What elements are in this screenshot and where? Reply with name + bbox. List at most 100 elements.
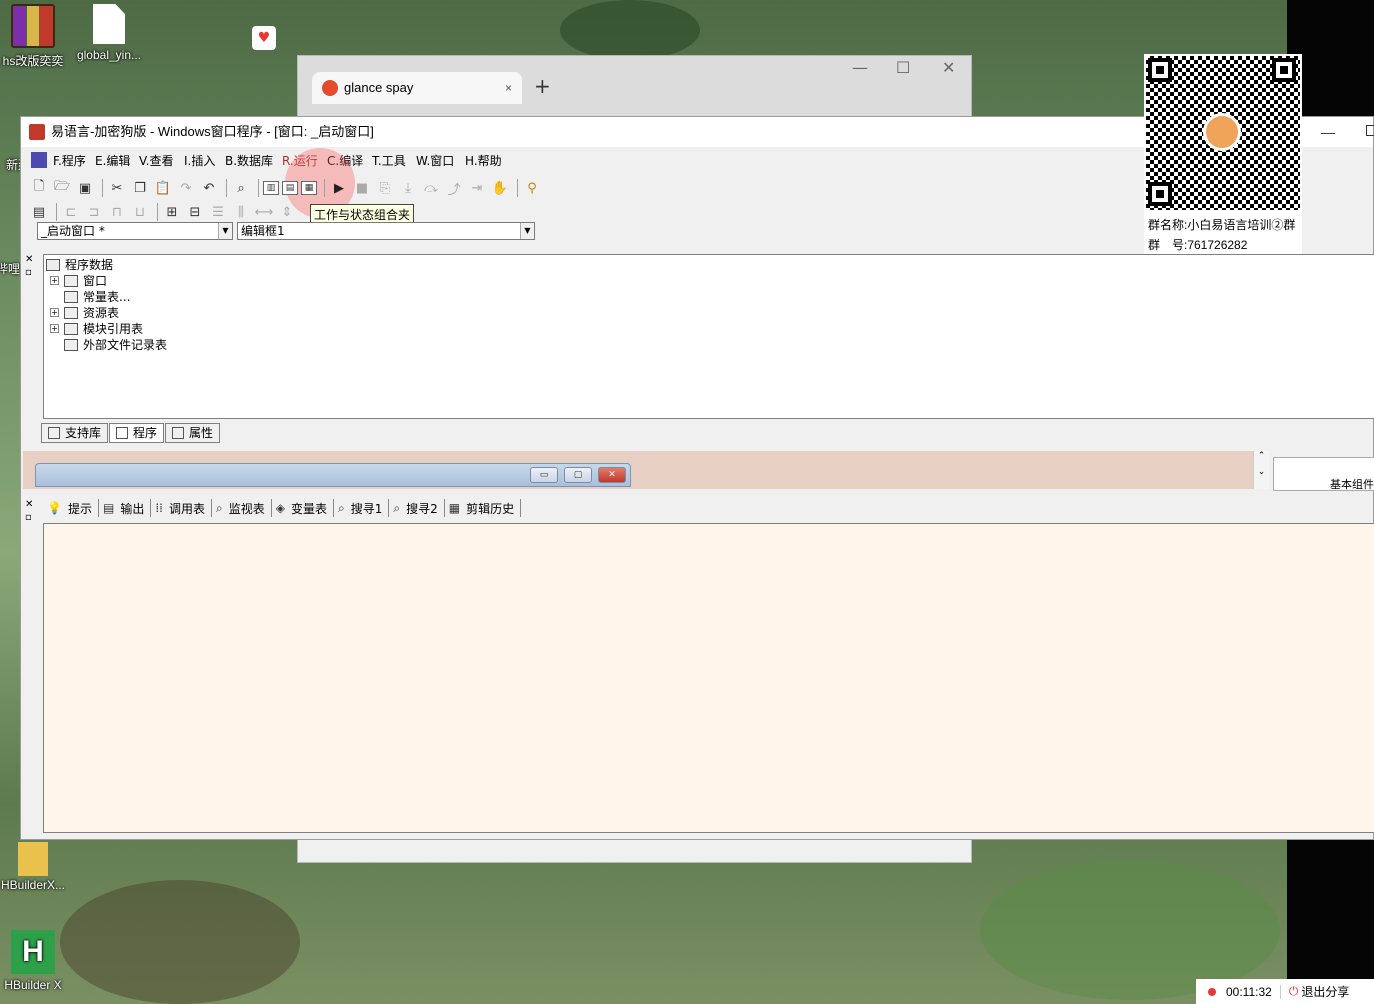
status-layout-icon[interactable]: ▤ bbox=[282, 181, 298, 195]
tab-search2[interactable]: ⌕ 搜寻2 bbox=[389, 499, 445, 517]
workspace-layout-icon[interactable]: ▥ bbox=[263, 181, 279, 195]
maximize-button[interactable] bbox=[1366, 125, 1374, 136]
tab-clipboard-history[interactable]: ▦ 剪辑历史 bbox=[445, 499, 522, 517]
space-vertical-icon[interactable]: ⇕ bbox=[277, 202, 297, 222]
step-icon[interactable]: ⎘ bbox=[375, 178, 395, 198]
tree-item-window[interactable]: + 窗口 bbox=[50, 272, 107, 289]
preview-close-icon[interactable]: ✕ bbox=[598, 467, 626, 483]
same-height-icon[interactable]: ☰ bbox=[208, 202, 228, 222]
menu-tools[interactable]: T.工具 bbox=[372, 147, 406, 175]
tree-item-modules[interactable]: + 模块引用表 bbox=[50, 320, 143, 337]
desktop-icon-global[interactable]: global_yin... bbox=[69, 4, 149, 62]
expand-icon[interactable]: + bbox=[50, 308, 59, 317]
output-pin-icon[interactable]: ▫ bbox=[25, 512, 32, 523]
menu-program[interactable]: F.程序 bbox=[53, 147, 86, 175]
output-close-icon[interactable]: ✕ bbox=[25, 499, 33, 510]
menu-help[interactable]: H.帮助 bbox=[465, 147, 502, 175]
step-out-icon[interactable]: ⤴ bbox=[444, 178, 464, 198]
clipboard-icon: ▦ bbox=[448, 501, 461, 515]
tab-output[interactable]: ▤ 输出 bbox=[99, 499, 152, 517]
paste-icon[interactable]: 📋 bbox=[153, 178, 173, 198]
menu-edit[interactable]: E.编辑 bbox=[95, 147, 130, 175]
scroll-down-icon[interactable]: ⌄ bbox=[1254, 467, 1269, 477]
step-into-icon[interactable]: ⤓ bbox=[398, 178, 418, 198]
help-search-icon[interactable]: ⚲ bbox=[522, 178, 542, 198]
tab-watch[interactable]: ⌕ 监视表 bbox=[212, 499, 272, 517]
output-panel[interactable] bbox=[43, 523, 1374, 833]
tree-item-external-files[interactable]: 外部文件记录表 bbox=[64, 336, 167, 353]
tab-variables[interactable]: ◈ 变量表 bbox=[272, 499, 334, 517]
align-bottom-icon[interactable]: ⊔ bbox=[130, 202, 150, 222]
stop-icon[interactable]: ■ bbox=[352, 178, 372, 198]
align-top-icon[interactable]: ⊓ bbox=[107, 202, 127, 222]
expand-icon[interactable]: + bbox=[50, 276, 59, 285]
exit-share-button[interactable]: 退出分享 bbox=[1301, 983, 1349, 1000]
tab-properties[interactable]: 属性 bbox=[165, 423, 221, 443]
desktop-icon-hs[interactable]: hs改版奕奕 bbox=[0, 4, 73, 69]
browser-minimize-button[interactable]: — bbox=[852, 58, 868, 77]
browser-maximize-button[interactable]: ☐ bbox=[896, 58, 910, 77]
project-tree[interactable]: 程序数据 + 窗口 常量表... + 资源表 + 模块引用表 外部文件记录表 bbox=[43, 254, 1374, 419]
window-selector[interactable]: _启动窗口 * ▼ bbox=[37, 222, 233, 240]
tree-item-resources[interactable]: + 资源表 bbox=[50, 304, 119, 321]
external-file-icon bbox=[64, 338, 78, 351]
tab-hints[interactable]: 💡 提示 bbox=[43, 499, 99, 517]
minimize-button[interactable]: — bbox=[1321, 117, 1335, 147]
pause-hand-icon[interactable]: ✋ bbox=[490, 178, 510, 198]
find-icon[interactable]: ⌕ bbox=[231, 178, 251, 198]
toolbar-separator bbox=[102, 179, 103, 197]
tree-item-constants[interactable]: 常量表... bbox=[64, 288, 130, 305]
same-width-icon[interactable]: ⫼ bbox=[231, 202, 251, 222]
new-tab-button[interactable]: + bbox=[534, 74, 551, 98]
menu-view[interactable]: V.查看 bbox=[139, 147, 173, 175]
form-icon[interactable]: ▤ bbox=[29, 202, 49, 222]
tab-close-icon[interactable]: × bbox=[505, 72, 512, 104]
desktop-icon-bilibili[interactable]: 哔哩 bbox=[0, 260, 20, 277]
control-selector[interactable]: 编辑框1 ▼ bbox=[237, 222, 535, 240]
search-icon: ⌕ bbox=[393, 500, 401, 515]
align-left-icon[interactable]: ⊏ bbox=[61, 202, 81, 222]
panel-pin-icon[interactable]: ▫ bbox=[25, 267, 32, 278]
component-panel[interactable]: 基本组件 bbox=[1273, 457, 1374, 491]
menu-insert[interactable]: I.插入 bbox=[184, 147, 215, 175]
tab-support-library[interactable]: 支持库 bbox=[41, 423, 109, 443]
run-to-cursor-icon[interactable]: ⇥ bbox=[467, 178, 487, 198]
chevron-down-icon[interactable]: ▼ bbox=[218, 223, 232, 239]
menu-database[interactable]: B.数据库 bbox=[225, 147, 273, 175]
tab-program[interactable]: 程序 bbox=[109, 423, 165, 443]
save-icon[interactable]: ▣ bbox=[75, 178, 95, 198]
open-folder-icon[interactable]: 🗁 bbox=[52, 178, 72, 198]
cut-icon[interactable]: ✂ bbox=[107, 178, 127, 198]
browser-close-button[interactable]: ✕ bbox=[942, 58, 955, 77]
tab-call-stack[interactable]: ⁞⁞ 调用表 bbox=[151, 499, 212, 517]
step-over-icon[interactable]: ⤼ bbox=[421, 178, 441, 198]
form-designer-area[interactable]: ▭ ▢ ✕ bbox=[23, 451, 1253, 489]
tshirt-icon[interactable]: ♥ bbox=[252, 26, 276, 50]
library-icon bbox=[48, 427, 60, 439]
center-vertical-icon[interactable]: ⊟ bbox=[185, 202, 205, 222]
run-icon[interactable]: ▶ bbox=[329, 178, 349, 198]
chevron-down-icon[interactable]: ▼ bbox=[520, 223, 534, 239]
menu-window[interactable]: W.窗口 bbox=[416, 147, 454, 175]
output-icon: ▤ bbox=[102, 501, 115, 515]
center-horizontal-icon[interactable]: ⊞ bbox=[162, 202, 182, 222]
combined-layout-icon[interactable]: ▦ bbox=[301, 181, 317, 195]
align-right-icon[interactable]: ⊐ bbox=[84, 202, 104, 222]
copy-icon[interactable]: ❐ bbox=[130, 178, 150, 198]
expand-icon[interactable]: + bbox=[50, 324, 59, 333]
tree-root[interactable]: 程序数据 bbox=[46, 256, 113, 273]
vertical-scrollbar[interactable]: ⌃ ⌄ bbox=[1253, 451, 1269, 489]
space-horizontal-icon[interactable]: ⟷ bbox=[254, 202, 274, 222]
scroll-up-icon[interactable]: ⌃ bbox=[1254, 451, 1269, 461]
new-file-icon[interactable]: 🗋 bbox=[29, 178, 49, 198]
preview-maximize-icon[interactable]: ▢ bbox=[564, 467, 592, 483]
tab-search1[interactable]: ⌕ 搜寻1 bbox=[334, 499, 390, 517]
designed-window-preview[interactable]: ▭ ▢ ✕ bbox=[35, 463, 631, 487]
desktop-icon-hbuilder[interactable]: H HBuilder X bbox=[0, 930, 73, 992]
redo-icon[interactable]: ↷ bbox=[176, 178, 196, 198]
panel-close-icon[interactable]: ✕ bbox=[25, 254, 33, 265]
browser-tab[interactable]: glance spay × bbox=[312, 72, 522, 104]
desktop-icon-hbuilderx-folder[interactable]: HBuilderX... bbox=[0, 878, 73, 892]
preview-minimize-icon[interactable]: ▭ bbox=[530, 467, 558, 483]
undo-icon[interactable]: ↶ bbox=[199, 178, 219, 198]
